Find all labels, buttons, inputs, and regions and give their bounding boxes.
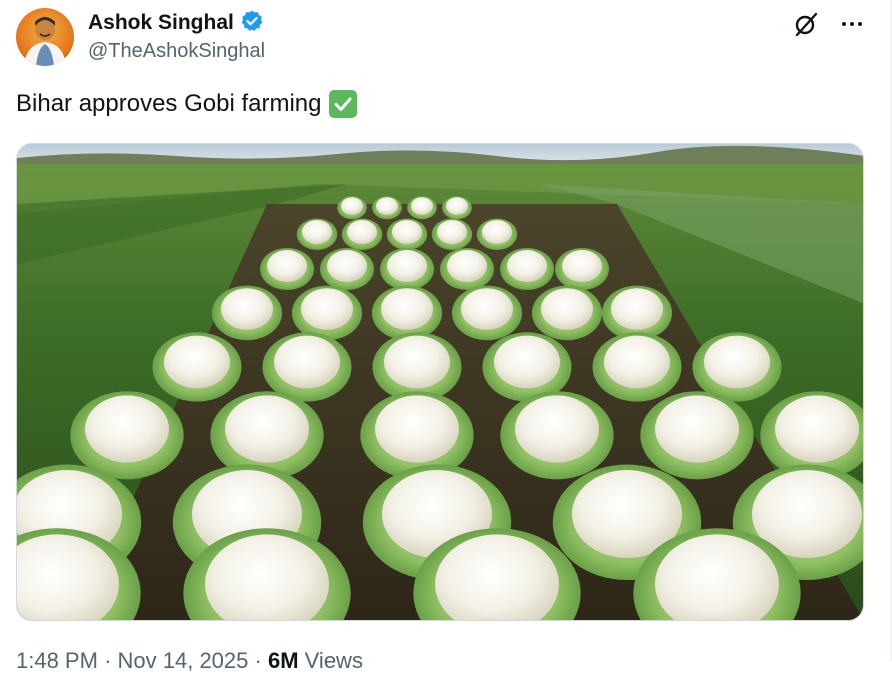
cauliflower-head: [164, 335, 230, 389]
cauliflower-head: [341, 197, 363, 215]
cauliflower-head: [384, 335, 450, 389]
cauliflower-head: [604, 335, 670, 389]
tweet-text: Bihar approves Gobi farming: [16, 90, 358, 118]
cauliflower-head: [376, 197, 398, 215]
cauliflower-head: [482, 220, 512, 244]
cauliflower-head: [411, 197, 433, 215]
cauliflower-head: [327, 250, 367, 282]
cauliflower-head: [267, 250, 307, 282]
cauliflower-head: [562, 250, 602, 282]
cauliflower-field-photo: [17, 144, 863, 620]
verified-badge-icon: [240, 9, 264, 38]
cauliflower-head: [274, 335, 340, 389]
author-names: Ashok Singhal @TheAshokSinghal: [88, 10, 265, 63]
grok-icon[interactable]: [792, 10, 820, 38]
tweet-actions: [792, 10, 866, 38]
cauliflower-head: [387, 250, 427, 282]
cauliflower-head: [704, 335, 770, 389]
cauliflower-head: [347, 220, 377, 244]
cauliflower-head: [301, 288, 353, 330]
cauliflower-head: [221, 288, 273, 330]
tweet-meta: 1:48 PM · Nov 14, 2025 · 6M Views: [16, 648, 363, 674]
white-heavy-check-mark-emoji-icon: [329, 90, 358, 118]
avatar[interactable]: [16, 8, 74, 66]
tweet-text-body: Bihar approves Gobi farming: [16, 90, 322, 117]
cauliflower-head: [775, 395, 859, 463]
cauliflower-head: [381, 288, 433, 330]
cauliflower-head: [541, 288, 593, 330]
cauliflower-head: [225, 395, 309, 463]
cauliflower-head: [446, 197, 468, 215]
tweet-header: Ashok Singhal @TheAshokSinghal: [16, 8, 866, 70]
cauliflower-head: [494, 335, 560, 389]
cauliflower-head: [507, 250, 547, 282]
cauliflower-head: [85, 395, 169, 463]
cauliflower-head: [447, 250, 487, 282]
cauliflower-head: [515, 395, 599, 463]
cauliflower-head: [302, 220, 332, 244]
more-horizontal-icon[interactable]: [838, 10, 866, 38]
display-name-row: Ashok Singhal: [88, 10, 265, 36]
cauliflower-head: [437, 220, 467, 244]
cauliflower-head: [611, 288, 663, 330]
cauliflower-head: [461, 288, 513, 330]
tweet-photo[interactable]: [16, 143, 864, 621]
cauliflower-head: [392, 220, 422, 244]
author-handle[interactable]: @TheAshokSinghal: [88, 40, 265, 63]
cauliflower-head: [655, 395, 739, 463]
cauliflower-head: [375, 395, 459, 463]
avatar-portrait: [24, 17, 66, 66]
display-name[interactable]: Ashok Singhal: [88, 11, 234, 35]
